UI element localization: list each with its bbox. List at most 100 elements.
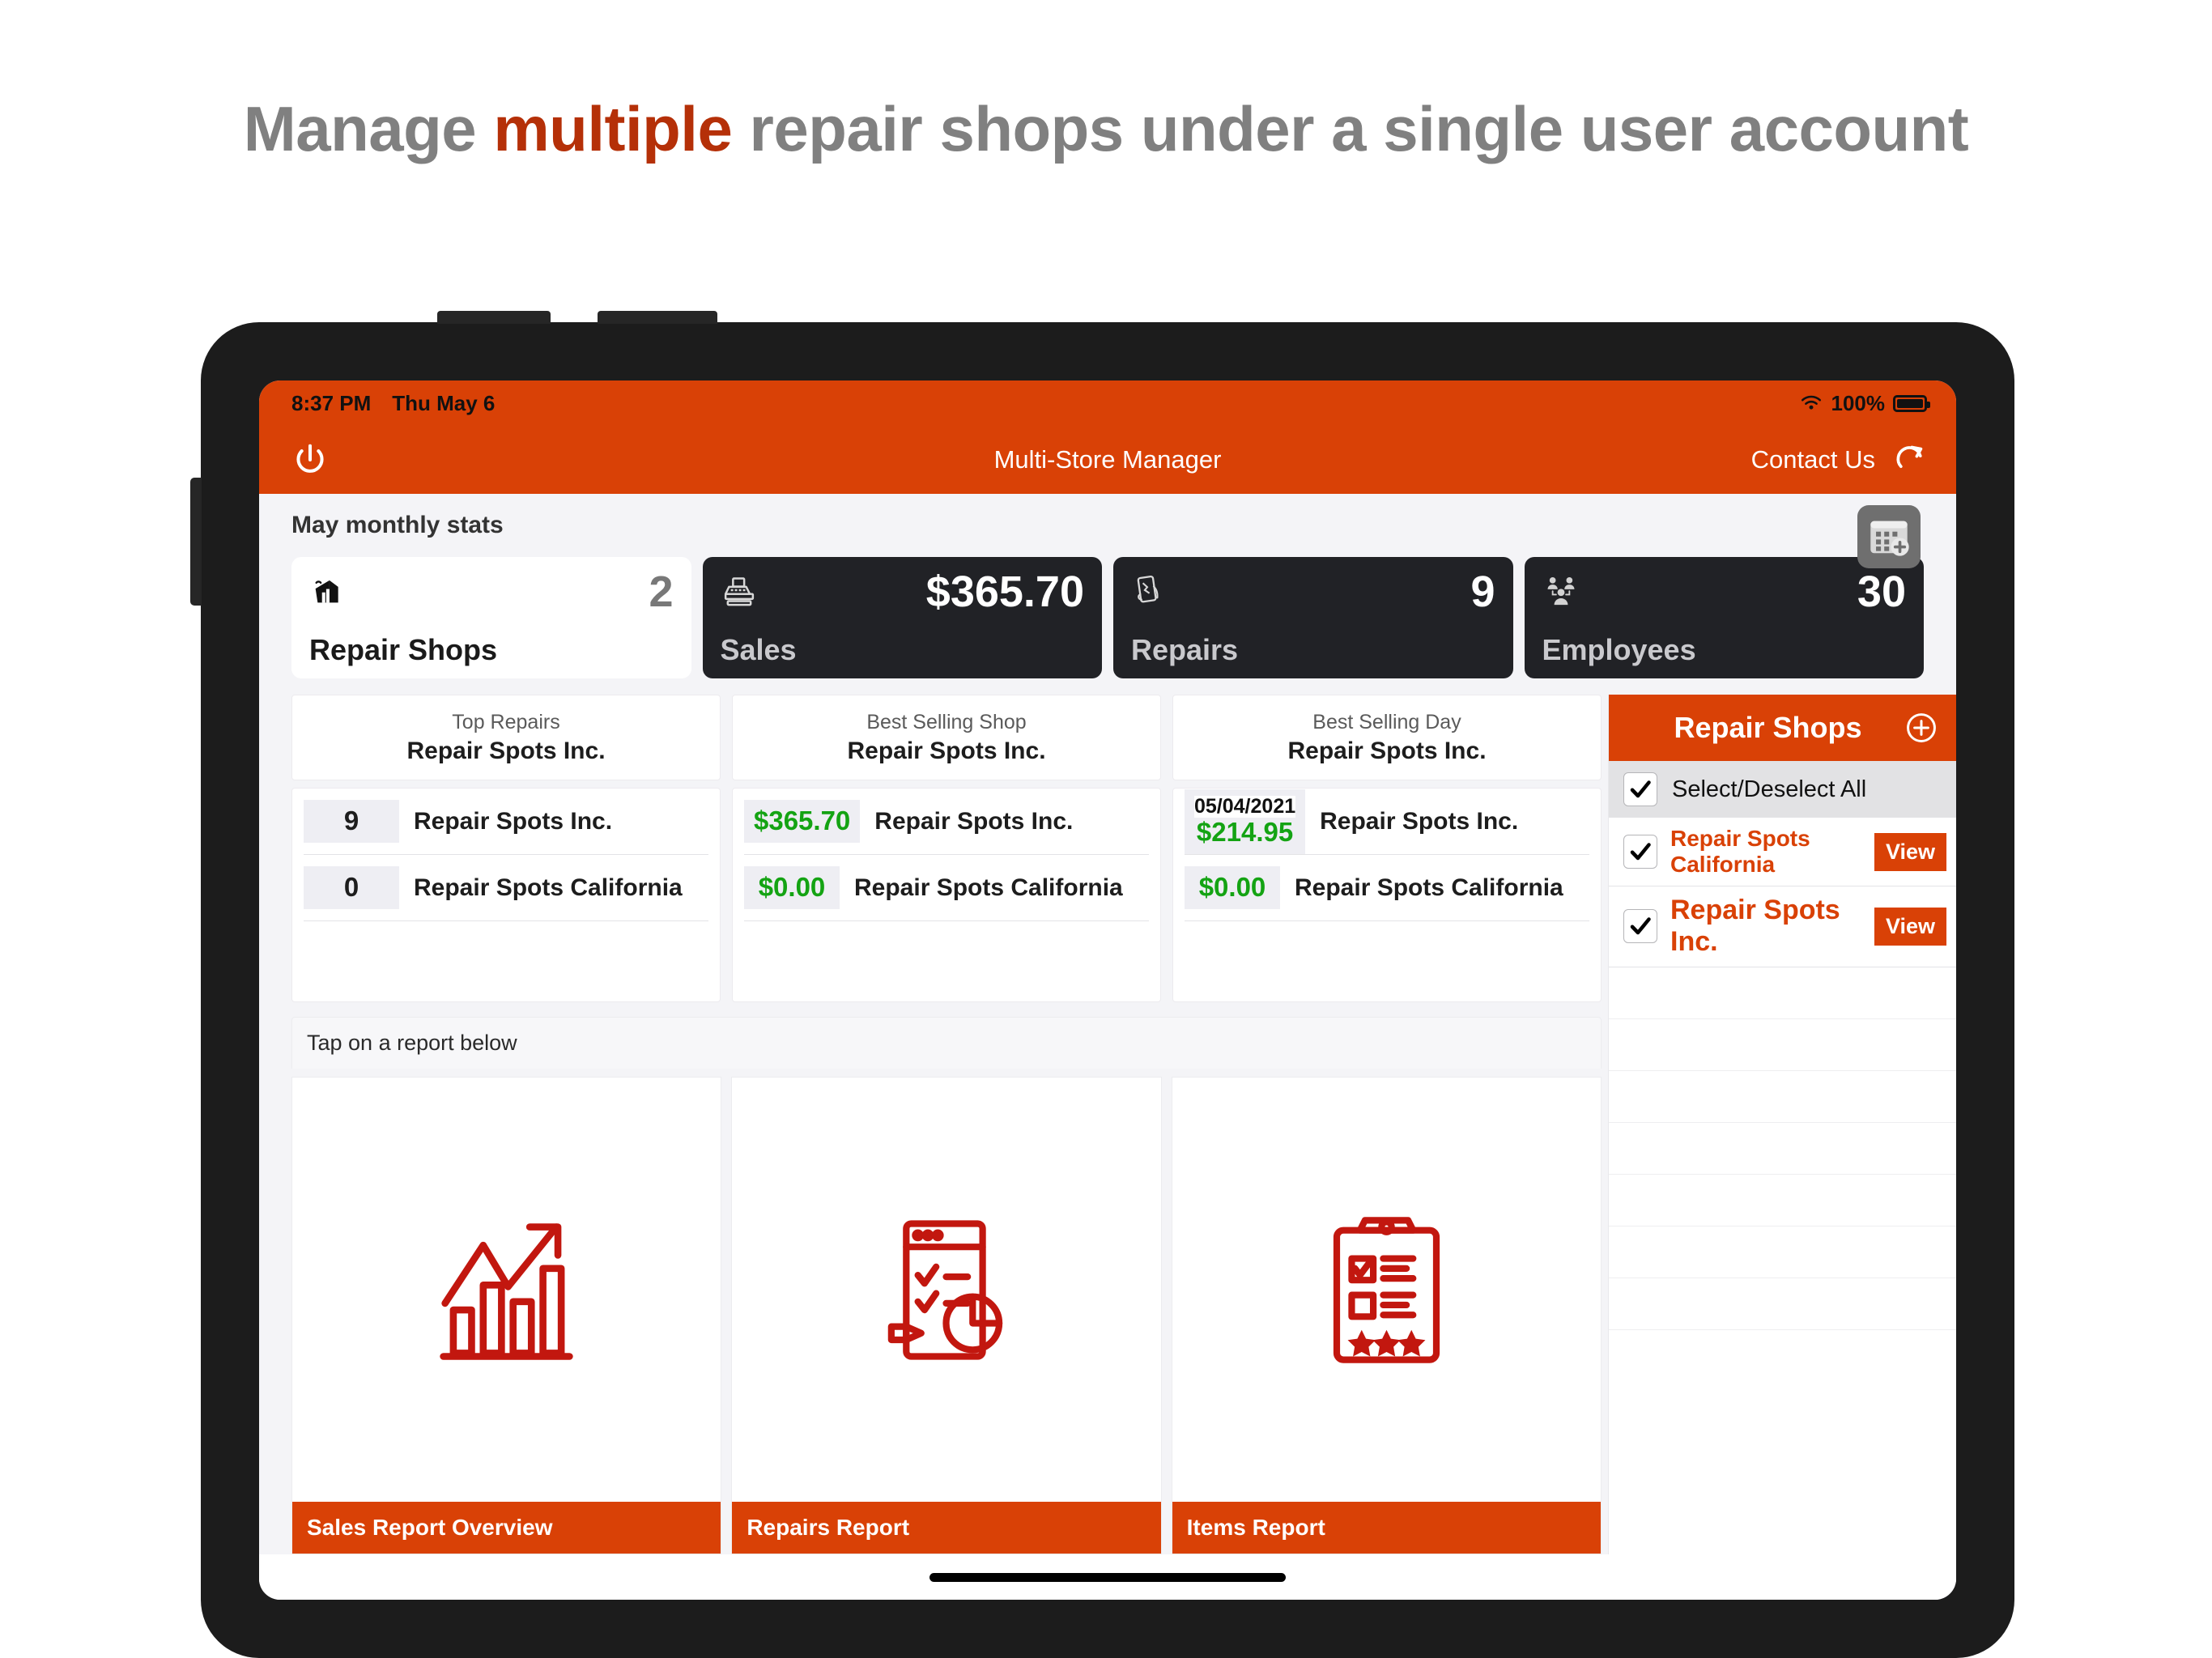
checkmark-icon	[1628, 914, 1653, 938]
sidebar-title: Repair Shops	[1631, 711, 1904, 745]
wifi-icon	[1799, 394, 1823, 412]
stat-card-employees[interactable]: 30 Employees	[1525, 557, 1925, 678]
battery-percent-label: 100%	[1831, 391, 1886, 416]
shop-checkbox[interactable]	[1623, 909, 1657, 943]
home-indicator-area	[259, 1554, 1956, 1600]
growth-chart-icon	[423, 1207, 589, 1373]
report-icon-wrap	[732, 1078, 1160, 1502]
table-row[interactable]: $0.00 Repair Spots California	[1185, 855, 1589, 921]
reports-hint: Tap on a report below	[291, 1017, 1602, 1069]
page-headline: Manage multiple repair shops under a sin…	[0, 89, 2212, 170]
power-side-button[interactable]	[190, 478, 202, 606]
sidebar-empty-row	[1609, 1278, 1956, 1330]
panel-body: 05/04/2021 $214.95 Repair Spots Inc. $0.…	[1172, 788, 1602, 1002]
row-value: $0.00	[744, 866, 840, 909]
row-shop-name: Repair Spots California	[854, 874, 1123, 902]
ipad-device-frame: 8:37 PM Thu May 6 100% Multi-Store Manag…	[201, 322, 2014, 1658]
stat-card-sales[interactable]: $365.70 Sales	[703, 557, 1103, 678]
contact-us-link[interactable]: Contact Us	[1751, 445, 1875, 474]
calendar-add-icon	[1865, 513, 1912, 560]
panel-subtitle: Best Selling Day	[1181, 710, 1593, 735]
sidebar-shop-row[interactable]: Repair Spots California View	[1609, 818, 1956, 886]
page-title: Multi-Store Manager	[259, 445, 1956, 474]
panel-body: 9 Repair Spots Inc. 0 Repair Spots Calif…	[291, 788, 721, 1002]
headline-part-2: repair shops under a single user account	[732, 93, 1968, 164]
select-deselect-all-row[interactable]: Select/Deselect All	[1609, 761, 1956, 818]
clipboard-stars-icon	[1304, 1207, 1470, 1373]
content-and-sidebar: Top Repairs Repair Spots Inc. 9 Repair S…	[259, 695, 1956, 1554]
stat-value: 30	[1857, 570, 1906, 614]
app-body: May monthly stats	[259, 494, 1956, 1600]
table-row-empty	[1185, 921, 1589, 1001]
power-icon[interactable]	[291, 441, 329, 478]
volume-down-button[interactable]	[598, 311, 717, 324]
row-value: 0	[304, 866, 399, 909]
sidebar-empty-row	[1609, 1123, 1956, 1175]
row-shop-name: Repair Spots Inc.	[414, 808, 612, 835]
report-card-items[interactable]: Items Report	[1172, 1077, 1602, 1554]
sidebar-filler	[1609, 1330, 1956, 1554]
plus-circle-icon[interactable]	[1904, 711, 1938, 745]
device-screen: 8:37 PM Thu May 6 100% Multi-Store Manag…	[259, 380, 1956, 1600]
sidebar-shop-row[interactable]: Repair Spots Inc. View	[1609, 886, 1956, 967]
table-row[interactable]: 05/04/2021 $214.95 Repair Spots Inc.	[1185, 789, 1589, 855]
team-icon	[1542, 573, 1580, 610]
stat-value: 2	[649, 570, 673, 614]
panel-body: $365.70 Repair Spots Inc. $0.00 Repair S…	[732, 788, 1161, 1002]
calendar-add-button[interactable]	[1857, 505, 1921, 568]
report-card-label: Repairs Report	[732, 1502, 1160, 1554]
shop-name: Repair Spots Inc.	[1670, 895, 1861, 958]
table-row[interactable]: $0.00 Repair Spots California	[744, 855, 1149, 921]
checkmark-icon	[1628, 777, 1653, 801]
sidebar-header: Repair Shops	[1609, 695, 1956, 761]
row-value: $365.70	[744, 800, 860, 843]
panel-subtitle: Best Selling Shop	[741, 710, 1152, 735]
select-all-label: Select/Deselect All	[1672, 776, 1866, 803]
panel-best-selling-shop: Best Selling Shop Repair Spots Inc. $365…	[732, 695, 1161, 1002]
row-shop-name: Repair Spots California	[414, 874, 683, 902]
report-card-sales-overview[interactable]: Sales Report Overview	[291, 1077, 721, 1554]
stat-card-repairs[interactable]: 9 Repairs	[1113, 557, 1513, 678]
summary-panels: Top Repairs Repair Spots Inc. 9 Repair S…	[291, 695, 1602, 1002]
shop-checkbox[interactable]	[1623, 835, 1657, 869]
view-shop-button[interactable]: View	[1874, 833, 1946, 871]
row-value: $0.00	[1185, 866, 1280, 909]
panel-header: Best Selling Day Repair Spots Inc.	[1172, 695, 1602, 780]
row-shop-name: Repair Spots California	[1295, 874, 1563, 902]
select-all-checkbox[interactable]	[1623, 772, 1657, 806]
stats-period-label: May monthly stats	[291, 512, 1956, 539]
report-icon-wrap	[1172, 1078, 1601, 1502]
sidebar-empty-row	[1609, 967, 1956, 1019]
row-shop-name: Repair Spots Inc.	[874, 808, 1073, 835]
view-shop-button[interactable]: View	[1874, 908, 1946, 946]
app-navigation-bar: Multi-Store Manager Contact Us	[259, 426, 1956, 494]
home-indicator[interactable]	[929, 1573, 1286, 1582]
main-content: Top Repairs Repair Spots Inc. 9 Repair S…	[259, 695, 1608, 1554]
panel-top-repairs: Top Repairs Repair Spots Inc. 9 Repair S…	[291, 695, 721, 1002]
repair-shops-sidebar: Repair Shops Select/Deselect All	[1608, 695, 1956, 1554]
stat-value: $365.70	[926, 570, 1084, 614]
panel-title: Repair Spots Inc.	[741, 735, 1152, 767]
panel-header: Top Repairs Repair Spots Inc.	[291, 695, 721, 780]
stat-cards-row: 2 Repair Shops	[259, 539, 1956, 695]
status-date: Thu May 6	[392, 391, 495, 416]
row-value-with-date: 05/04/2021 $214.95	[1185, 789, 1305, 854]
panel-best-selling-day: Best Selling Day Repair Spots Inc. 05/04…	[1172, 695, 1602, 1002]
sidebar-empty-row	[1609, 1175, 1956, 1226]
cash-register-icon	[721, 573, 758, 610]
sidebar-empty-row	[1609, 1019, 1956, 1071]
table-row[interactable]: 9 Repair Spots Inc.	[304, 789, 708, 855]
refresh-icon[interactable]	[1893, 443, 1927, 477]
table-row[interactable]: 0 Repair Spots California	[304, 855, 708, 921]
report-card-label: Sales Report Overview	[292, 1502, 721, 1554]
table-row[interactable]: $365.70 Repair Spots Inc.	[744, 789, 1149, 855]
report-card-repairs[interactable]: Repairs Report	[731, 1077, 1161, 1554]
battery-full-icon	[1893, 395, 1927, 412]
headline-accent-word: multiple	[493, 93, 732, 164]
table-row-empty	[744, 921, 1149, 1001]
volume-up-button[interactable]	[437, 311, 551, 324]
stats-header: May monthly stats	[259, 494, 1956, 539]
stat-card-repair-shops[interactable]: 2 Repair Shops	[291, 557, 691, 678]
sidebar-empty-row	[1609, 1226, 1956, 1278]
shop-name: Repair Spots California	[1670, 826, 1861, 878]
